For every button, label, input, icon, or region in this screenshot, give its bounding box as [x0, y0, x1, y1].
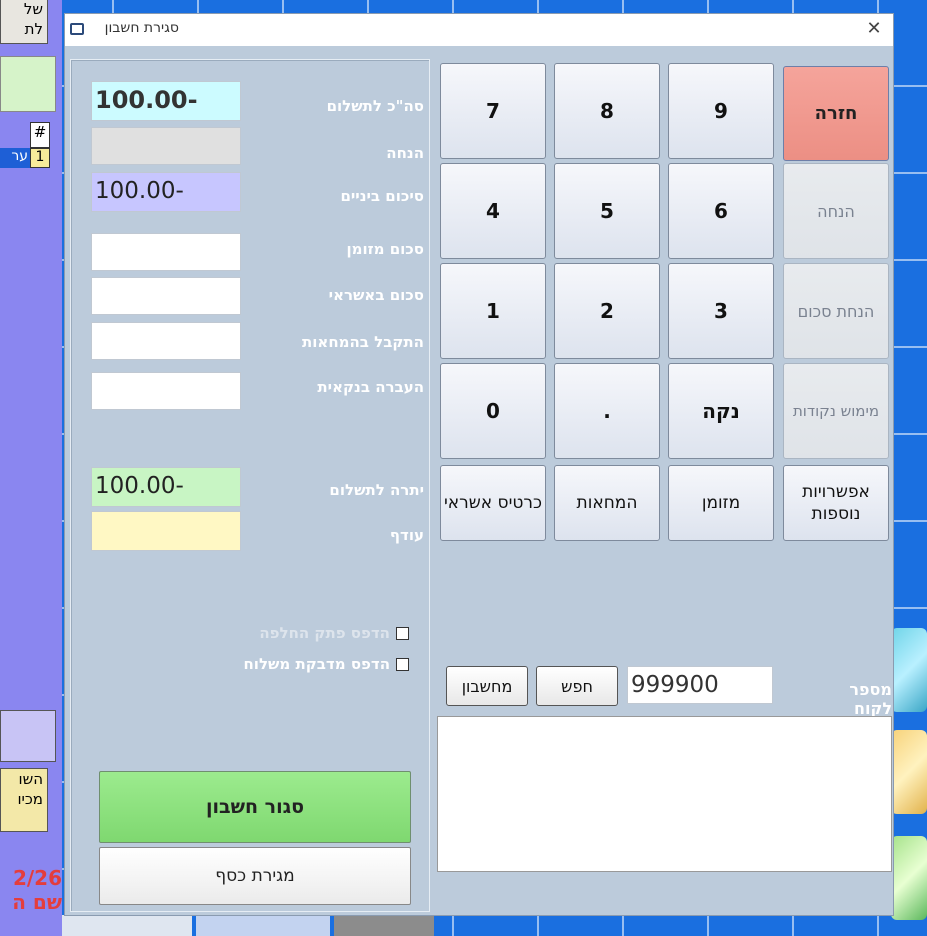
discount-button[interactable]: הנחה: [783, 163, 889, 259]
background-table-row-text[interactable]: ער: [0, 148, 30, 168]
balance-due-label: יתרה לתשלום: [329, 481, 424, 499]
dialog-title: סגירת חשבון: [104, 20, 179, 36]
keypad-2-button[interactable]: 2: [554, 263, 660, 359]
close-account-button[interactable]: סגור חשבון: [99, 771, 411, 843]
close-account-dialog: סגירת חשבון ✕ סה"כ לתשלום 100.00- הנחה ס…: [64, 13, 894, 916]
discount-label: הנחה: [386, 144, 424, 162]
credit-amount-label: סכום באשראי: [328, 286, 424, 304]
background-red-text: שם ה: [12, 890, 62, 914]
keypad-6-button[interactable]: 6: [668, 163, 774, 259]
background-bottom-button[interactable]: השו מכיו: [0, 768, 48, 832]
customer-number-input[interactable]: 999900: [627, 666, 773, 704]
total-label: סה"כ לתשלום: [326, 97, 424, 115]
app-icon: [70, 23, 84, 35]
cheques-received-label: התקבל בהמחאות: [302, 333, 424, 351]
cash-amount-input[interactable]: [91, 233, 241, 271]
cheques-received-input[interactable]: [91, 322, 241, 360]
banknote-image: [891, 836, 927, 920]
keypad-1-button[interactable]: 1: [440, 263, 546, 359]
banknote-image: [891, 730, 927, 814]
keypad-8-button[interactable]: 8: [554, 63, 660, 159]
background-table-header: #: [30, 122, 50, 148]
notes-area[interactable]: [437, 716, 892, 872]
print-shipping-label: הדפס מדבקת משלוח: [243, 655, 391, 673]
change-label: עודף: [389, 526, 424, 544]
print-shipping-checkbox-row[interactable]: הדפס מדבקת משלוח: [243, 655, 409, 673]
banknote-image: [891, 628, 927, 712]
cash-drawer-button[interactable]: מגירת כסף: [99, 847, 411, 905]
background-top-button[interactable]: של לת: [0, 0, 48, 44]
customer-number-label: מספר לקוח: [849, 680, 892, 718]
bank-transfer-input[interactable]: [91, 372, 241, 410]
back-button[interactable]: חזרה: [783, 66, 889, 161]
cheques-button[interactable]: המחאות: [554, 465, 660, 541]
more-options-button[interactable]: אפשרויות נוספות: [783, 465, 889, 541]
background-bottom-tile: [196, 915, 330, 936]
dialog-titlebar: סגירת חשבון ✕: [65, 14, 893, 46]
background-green-panel: [0, 56, 56, 112]
background-box: [0, 710, 56, 762]
background-table-row-number: 1: [30, 148, 50, 168]
keypad-dot-button[interactable]: .: [554, 363, 660, 459]
summary-panel: סה"כ לתשלום 100.00- הנחה סיכום ביניים 10…: [70, 59, 430, 912]
keypad-5-button[interactable]: 5: [554, 163, 660, 259]
calculator-button[interactable]: מחשבון: [446, 666, 528, 706]
credit-amount-input[interactable]: [91, 277, 241, 315]
background-date-fragment: 2/26 שם ה: [0, 866, 62, 914]
redeem-points-button[interactable]: מימוש נקודות: [783, 363, 889, 459]
print-shipping-checkbox[interactable]: [396, 657, 409, 671]
balance-due-field: 100.00-: [91, 467, 241, 507]
discount-field: [91, 127, 241, 165]
change-field: [91, 511, 241, 551]
keypad-9-button[interactable]: 9: [668, 63, 774, 159]
subtotal-label: סיכום ביניים: [340, 187, 424, 205]
total-field: 100.00-: [91, 81, 241, 121]
keypad-clear-button[interactable]: נקה: [668, 363, 774, 459]
amount-discount-button[interactable]: הנחת סכום: [783, 263, 889, 359]
credit-card-button[interactable]: כרטיס אשראי: [440, 465, 546, 541]
background-date-text: 2/26: [12, 866, 62, 890]
print-exchange-checkbox[interactable]: [396, 626, 409, 640]
close-icon[interactable]: ✕: [863, 18, 885, 40]
background-bottom-tile: [62, 915, 192, 936]
bank-transfer-label: העברה בנקאית: [317, 378, 424, 396]
subtotal-field: 100.00-: [91, 172, 241, 212]
search-button[interactable]: חפש: [536, 666, 618, 706]
print-exchange-label: הדפס פתק החלפה: [259, 624, 390, 642]
keypad-4-button[interactable]: 4: [440, 163, 546, 259]
print-exchange-checkbox-row[interactable]: הדפס פתק החלפה: [259, 624, 409, 642]
background-table: # 1 ער: [0, 122, 50, 168]
cash-amount-label: סכום מזומן: [346, 240, 424, 258]
cash-button[interactable]: מזומן: [668, 465, 774, 541]
keypad-0-button[interactable]: 0: [440, 363, 546, 459]
keypad-7-button[interactable]: 7: [440, 63, 546, 159]
keypad-3-button[interactable]: 3: [668, 263, 774, 359]
background-bottom-tile: [334, 915, 434, 936]
